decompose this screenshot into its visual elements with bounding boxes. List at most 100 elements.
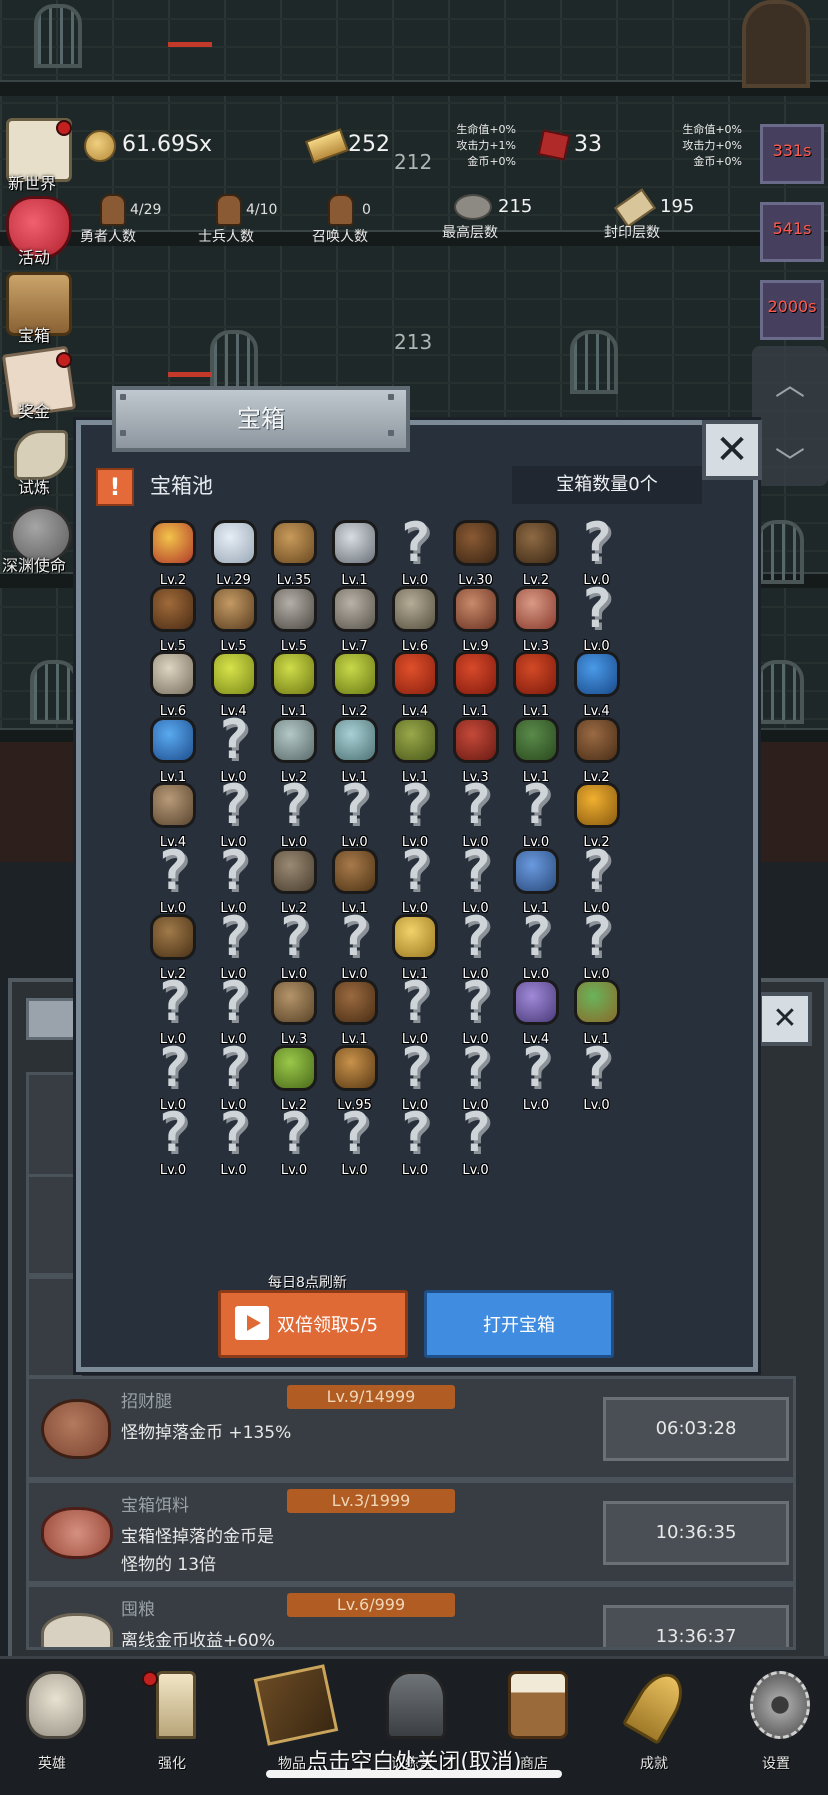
unknown-icon: ?: [217, 970, 250, 1034]
blue-potion-icon: [573, 651, 620, 698]
item-cell[interactable]: Lv.4: [564, 647, 630, 723]
seal-floor: 195: [660, 196, 695, 217]
item-cell[interactable]: Lv.30: [443, 516, 509, 592]
item-cell[interactable]: Lv.2: [140, 516, 206, 592]
item-cell[interactable]: ? Lv.0: [564, 581, 630, 658]
timer-bonus-1[interactable]: 331s: [760, 124, 824, 184]
chest-count: 宝箱数量0个: [512, 466, 702, 504]
floor-number: 213: [394, 330, 433, 354]
menu-label-bonus[interactable]: 奖金: [18, 398, 50, 422]
item-cell[interactable]: Lv.2: [503, 516, 569, 592]
notification-dot: [56, 352, 72, 368]
open-chest-label[interactable]: 打开宝箱: [427, 1311, 611, 1337]
upgrade-timer-button[interactable]: 13:36:37: [603, 1605, 789, 1647]
item-cell[interactable]: ? Lv.0: [503, 909, 569, 986]
item-cell[interactable]: ? Lv.0: [261, 1106, 327, 1182]
item-cell[interactable]: Lv.3: [503, 582, 569, 658]
item-cell[interactable]: ? Lv.0: [140, 1106, 206, 1182]
double-claim-label[interactable]: 双倍领取5/5: [277, 1311, 378, 1337]
item-cell[interactable]: Lv.5: [261, 582, 327, 658]
hero-count: 4/29: [130, 202, 162, 218]
item-cell[interactable]: Lv.1: [140, 713, 206, 789]
item-cell[interactable]: ? Lv.0: [322, 1106, 388, 1182]
item-cell[interactable]: ? Lv.0: [443, 1106, 509, 1182]
double-claim-button[interactable]: 双倍领取5/5: [218, 1290, 408, 1358]
hero-count-icon: [100, 194, 126, 226]
menu-label-trial[interactable]: 试炼: [18, 474, 50, 498]
menu-label-abyss[interactable]: 深渊使命: [2, 552, 66, 576]
item-cell[interactable]: Lv.1: [503, 647, 569, 723]
item-cell[interactable]: ? Lv.0: [503, 1035, 569, 1117]
item-cell[interactable]: ? Lv.0: [261, 909, 327, 986]
big-backpack-icon: [150, 913, 196, 960]
upgrade-timer-button[interactable]: 06:03:28: [603, 1397, 789, 1461]
timer-bonus-3[interactable]: 2000s: [760, 280, 824, 340]
item-cell[interactable]: ? Lv.0: [140, 844, 206, 920]
item-cell[interactable]: Lv.1: [322, 975, 388, 1051]
red-flask-icon: [452, 651, 499, 698]
upgrade-level: Lv.9/14999: [287, 1385, 455, 1409]
bow-icon: [271, 979, 317, 1026]
video-play-icon: [235, 1306, 269, 1340]
item-cell[interactable]: ? Lv.0: [382, 844, 448, 920]
unknown-icon: ?: [156, 1035, 190, 1099]
menu-label-chest[interactable]: 宝箱: [18, 322, 50, 346]
item-cell[interactable]: Lv.1: [443, 647, 509, 723]
enemy-health-bar: [168, 42, 212, 47]
upgrade-name: 宝箱饵料: [121, 1496, 189, 1516]
item-cell[interactable]: Lv.2: [322, 647, 388, 723]
menu-label-event[interactable]: 活动: [18, 244, 50, 268]
dialog-close-button[interactable]: ✕: [702, 420, 762, 480]
item-cell[interactable]: ? Lv.0: [322, 909, 388, 986]
item-cell[interactable]: Lv.5: [140, 582, 206, 658]
timer-bonus-2[interactable]: 541s: [760, 202, 824, 262]
close-icon[interactable]: ✕: [706, 424, 758, 476]
item-cell[interactable]: Lv.3: [261, 975, 327, 1051]
unknown-icon: ?: [519, 1035, 553, 1099]
item-cell[interactable]: ? Lv.0: [261, 778, 327, 854]
upgrade-row-partial: [26, 1276, 82, 1378]
max-floor-icon: [454, 194, 492, 220]
item-cell[interactable]: Lv.29: [201, 516, 267, 592]
item-cell[interactable]: ? Lv.0: [564, 1040, 630, 1117]
item-cell[interactable]: Lv.6: [140, 647, 206, 723]
item-cell[interactable]: Lv.2: [564, 713, 630, 789]
floor-scroll-control[interactable]: ︿ ﹀: [752, 346, 828, 486]
unknown-icon: ?: [338, 1101, 371, 1165]
item-cell[interactable]: Lv.35: [261, 516, 327, 592]
upgrade-timer-button[interactable]: 10:36:35: [603, 1501, 789, 1565]
item-cell[interactable]: ? Lv.0: [503, 778, 569, 854]
upgrade-desc: 怪物掉落金币 +135%: [121, 1423, 292, 1443]
open-chest-button[interactable]: 打开宝箱: [424, 1290, 614, 1358]
item-cell[interactable]: ? Lv.0: [201, 1106, 267, 1182]
item-cell[interactable]: ? Lv.0: [322, 778, 388, 854]
unknown-icon: ?: [217, 1101, 250, 1165]
notification-dot: [56, 120, 72, 136]
home-indicator[interactable]: [266, 1770, 562, 1778]
summon-count-label: 召唤人数: [312, 229, 368, 245]
item-cell[interactable]: Lv.1: [261, 647, 327, 723]
panel-close-button[interactable]: ✕: [758, 992, 812, 1046]
item-cell[interactable]: Lv.1: [322, 516, 388, 592]
item-cell[interactable]: Lv.9: [443, 582, 509, 658]
floor-number: 212: [394, 150, 433, 174]
upgrade-row-partial: [26, 1174, 82, 1276]
item-cell[interactable]: Lv.7: [322, 582, 388, 658]
rivet: [388, 394, 394, 400]
item-cell[interactable]: Lv.5: [201, 582, 267, 658]
item-cell[interactable]: Lv.4: [382, 647, 448, 723]
max-floor: 215: [498, 196, 533, 217]
item-cell[interactable]: Lv.6: [382, 582, 448, 658]
menu-label-new-world[interactable]: 新世界: [8, 170, 56, 194]
skull-icon: [26, 1671, 86, 1739]
item-cell[interactable]: ? Lv.0: [564, 909, 630, 986]
unknown-icon: ?: [459, 773, 492, 837]
red-round-potion-icon: [513, 651, 559, 698]
window: [210, 330, 258, 394]
feather-icon[interactable]: [14, 430, 68, 480]
chevron-down-icon[interactable]: ﹀: [752, 438, 828, 482]
item-cell[interactable]: ? Lv.0: [382, 516, 448, 592]
enemy-health-bar: [168, 372, 212, 377]
item-cell[interactable]: ? Lv.0: [382, 1106, 448, 1182]
chevron-up-icon[interactable]: ︿: [752, 360, 828, 404]
